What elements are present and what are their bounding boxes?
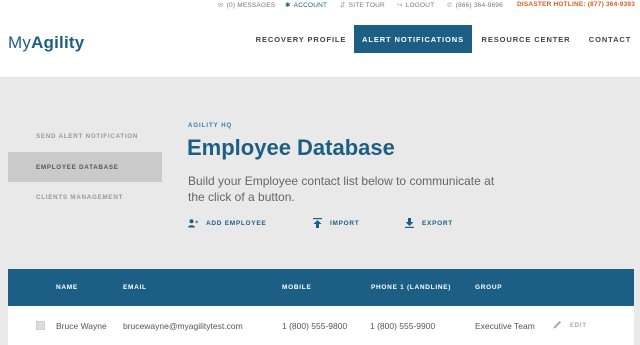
export-button[interactable]: EXPORT — [405, 217, 453, 229]
export-label: EXPORT — [422, 219, 453, 227]
logo-part-my: My — [8, 33, 32, 52]
disaster-hotline: DISASTER HOTLINE: (877) 364-9393 — [517, 1, 635, 8]
nav-recovery-profile-label: RECOVERY PROFILE — [255, 34, 347, 44]
site-tour-link[interactable]: ⇵ SITE TOUR — [340, 1, 385, 10]
import-button[interactable]: IMPORT — [313, 217, 359, 229]
cell-name: Bruce Wayne — [56, 320, 107, 331]
sidebar-item-clients-management[interactable]: CLIENTS MANAGEMENT — [8, 182, 162, 212]
hotline-label: DISASTER HOTLINE: (877) 364-9393 — [517, 1, 636, 8]
site-header: MyAgility RECOVERY PROFILE ALERT NOTIFIC… — [0, 12, 640, 78]
page-description: Build your Employee contact list below t… — [188, 174, 495, 204]
column-header-group[interactable]: GROUP — [475, 269, 502, 306]
logout-icon: ↪ — [397, 2, 403, 9]
nav-alert-notifications[interactable]: ALERT NOTIFICATIONS — [354, 25, 472, 53]
add-user-icon — [188, 218, 198, 228]
cell-group: Executive Team — [475, 320, 535, 331]
table-header: NAME EMAIL MOBILE PHONE 1 (LANDLINE) GRO… — [8, 269, 634, 306]
page-title: Employee Database — [187, 135, 395, 160]
phone-label: (866) 364-9696 — [455, 1, 503, 9]
envelope-icon: ✉ — [218, 2, 224, 9]
add-employee-button[interactable]: ADD EMPLOYEE — [188, 217, 266, 229]
column-header-name[interactable]: NAME — [56, 269, 78, 306]
utility-bar: ✉ (0) MESSAGES ✱ ACCOUNT ⇵ SITE TOUR ↪ L… — [0, 0, 640, 12]
messages-link[interactable]: ✉ (0) MESSAGES — [218, 1, 276, 10]
sidebar-item-employee-database[interactable]: EMPLOYEE DATABASE — [8, 152, 162, 182]
download-icon — [405, 218, 414, 228]
site-tour-label: SITE TOUR — [348, 1, 385, 9]
cell-phone: 1 (800) 555-9900 — [370, 320, 436, 331]
sidebar-item-label: CLIENTS MANAGEMENT — [36, 193, 124, 201]
logout-link[interactable]: ↪ LOGOUT — [397, 1, 435, 10]
myagility-logo[interactable]: MyAgility — [8, 33, 84, 53]
sidebar-item-send-alert[interactable]: SEND ALERT NOTIFICATION — [8, 121, 162, 151]
upload-icon — [313, 218, 322, 228]
edit-button[interactable]: EDIT — [553, 306, 587, 345]
row-checkbox[interactable] — [36, 321, 45, 330]
column-header-phone[interactable]: PHONE 1 (LANDLINE) — [371, 269, 451, 306]
messages-label: (0) MESSAGES — [226, 1, 276, 9]
nav-contact[interactable]: CONTACT — [584, 25, 636, 53]
gear-icon: ✱ — [285, 2, 291, 9]
table-row: Bruce Wayne brucewayne@myagilitytest.com… — [8, 306, 634, 345]
logout-label: LOGOUT — [405, 1, 435, 9]
sidebar-item-label: EMPLOYEE DATABASE — [36, 163, 119, 171]
nav-resource-center[interactable]: RESOURCE CENTER — [476, 25, 576, 53]
edit-label: EDIT — [570, 322, 587, 329]
column-header-mobile[interactable]: MOBILE — [282, 269, 311, 306]
cell-mobile: 1 (800) 555-9800 — [282, 320, 348, 331]
pencil-icon — [553, 320, 562, 331]
account-link[interactable]: ✱ ACCOUNT — [285, 1, 328, 10]
nav-resource-center-label: RESOURCE CENTER — [481, 34, 571, 44]
phone-number: ✆ (866) 364-9696 — [447, 1, 503, 10]
cell-email: brucewayne@myagilitytest.com — [123, 320, 243, 331]
phone-icon: ✆ — [447, 2, 453, 9]
signpost-icon: ⇵ — [340, 2, 346, 9]
import-label: IMPORT — [330, 219, 360, 227]
breadcrumb: AGILITY HQ — [188, 123, 233, 129]
nav-contact-label: CONTACT — [588, 34, 632, 44]
nav-alert-notifications-label: ALERT NOTIFICATIONS — [362, 34, 464, 44]
column-header-email[interactable]: EMAIL — [123, 269, 147, 306]
nav-recovery-profile[interactable]: RECOVERY PROFILE — [250, 25, 352, 53]
logo-part-agility: Agility — [31, 33, 85, 52]
account-label: ACCOUNT — [293, 1, 328, 9]
add-employee-label: ADD EMPLOYEE — [206, 219, 267, 227]
sidebar-item-label: SEND ALERT NOTIFICATION — [36, 132, 139, 140]
